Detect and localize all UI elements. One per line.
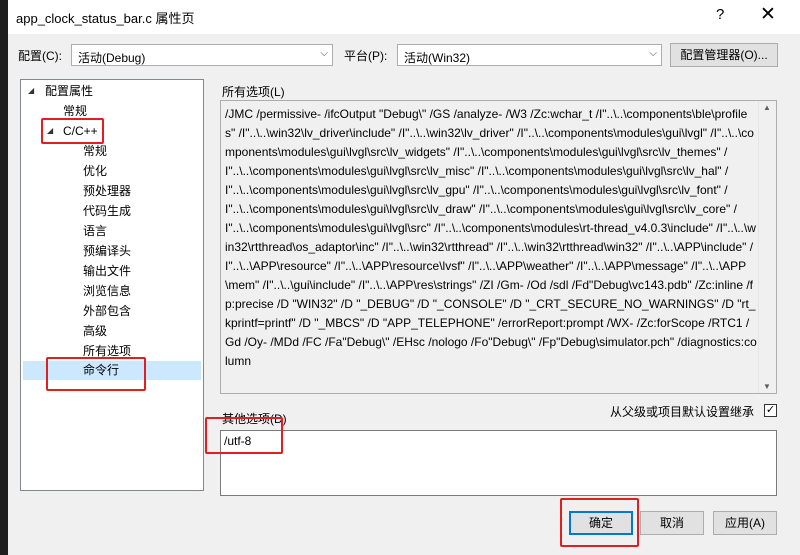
- tree-item-optimization[interactable]: 优化: [83, 162, 107, 180]
- tree-item-precompiled-headers[interactable]: 预编译头: [83, 242, 131, 260]
- vertical-scrollbar[interactable]: ▲ ▼: [758, 101, 776, 393]
- inherit-checkbox[interactable]: ✓: [764, 404, 777, 417]
- scroll-up-icon[interactable]: ▲: [763, 103, 771, 112]
- chevron-down-icon: ⌵: [320, 48, 328, 59]
- apply-button[interactable]: 应用(A): [713, 511, 777, 535]
- all-options-textbox[interactable]: /JMC /permissive- /ifcOutput "Debug\" /G…: [220, 100, 777, 394]
- tree-item-preprocessor[interactable]: 预处理器: [83, 182, 131, 200]
- all-options-label: 所有选项(L): [222, 85, 285, 99]
- config-dropdown[interactable]: 活动(Debug) ⌵: [71, 44, 333, 66]
- tree-item-language[interactable]: 语言: [83, 222, 107, 240]
- window-title: app_clock_status_bar.c 属性页: [16, 11, 195, 26]
- inherit-label: 从父级或项目默认设置继承: [610, 405, 755, 419]
- scroll-down-icon[interactable]: ▼: [763, 382, 771, 391]
- property-pages-dialog: app_clock_status_bar.c 属性页 ? ✕ 配置(C): 活动…: [8, 0, 800, 555]
- tree-item-code-generation[interactable]: 代码生成: [83, 202, 131, 220]
- title-bar: app_clock_status_bar.c 属性页 ? ✕: [8, 0, 800, 34]
- all-options-text: /JMC /permissive- /ifcOutput "Debug\" /G…: [225, 107, 757, 368]
- platform-dropdown[interactable]: 活动(Win32) ⌵: [397, 44, 662, 66]
- collapse-arrow-icon[interactable]: ◢: [28, 86, 34, 95]
- other-options-field[interactable]: [224, 434, 724, 448]
- help-icon[interactable]: ?: [716, 6, 724, 23]
- config-label: 配置(C):: [18, 49, 62, 63]
- highlight-box-other-options: [205, 417, 283, 454]
- platform-label: 平台(P):: [344, 49, 388, 63]
- tree-item-advanced[interactable]: 高级: [83, 322, 107, 340]
- cancel-button[interactable]: 取消: [640, 511, 704, 535]
- other-options-input[interactable]: [220, 430, 777, 496]
- tree-item-output-files[interactable]: 输出文件: [83, 262, 131, 280]
- platform-value: 活动(Win32): [404, 51, 471, 65]
- config-value: 活动(Debug): [78, 51, 146, 65]
- tree-item-external-includes[interactable]: 外部包含: [83, 302, 131, 320]
- tree-item-config-properties[interactable]: 配置属性: [45, 82, 93, 100]
- tree-item-browse-information[interactable]: 浏览信息: [83, 282, 131, 300]
- background-editor-strip: [0, 0, 8, 555]
- highlight-box-ok: [560, 498, 639, 547]
- highlight-box-command-line: [46, 357, 146, 391]
- highlight-box-cpp: [41, 118, 104, 144]
- config-manager-button[interactable]: 配置管理器(O)...: [670, 43, 778, 67]
- close-icon[interactable]: ✕: [760, 3, 776, 26]
- tree-item-cpp-general[interactable]: 常规: [83, 142, 107, 160]
- chevron-down-icon: ⌵: [649, 48, 657, 59]
